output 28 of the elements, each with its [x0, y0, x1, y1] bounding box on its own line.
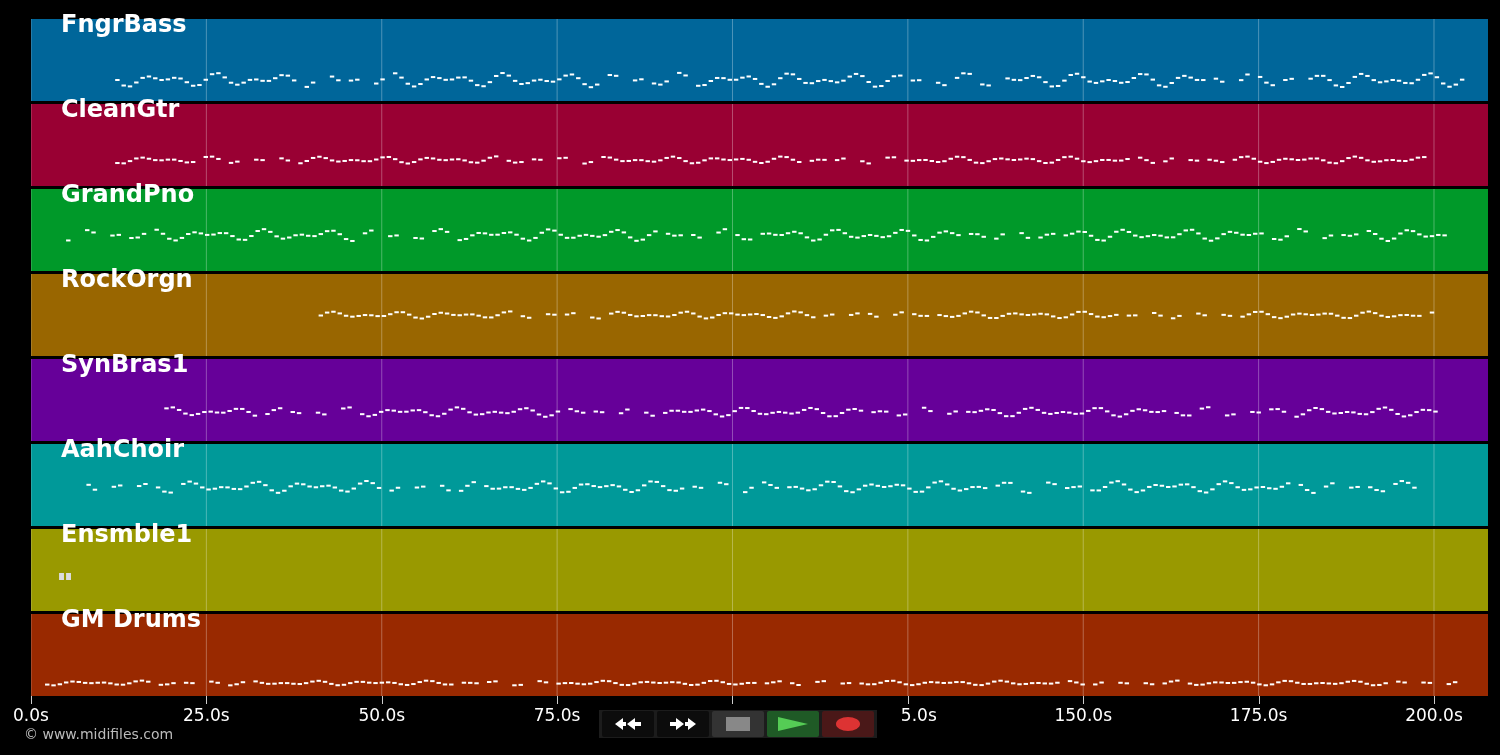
play-button[interactable] — [767, 711, 819, 737]
track-name: RockOrgn — [61, 265, 193, 293]
rewind-icon — [614, 717, 642, 731]
axis-label: 75.0s — [533, 705, 581, 725]
fast-forward-icon — [669, 717, 697, 731]
record-icon — [836, 717, 860, 731]
axis-label: 150.0s — [1054, 705, 1112, 725]
axis-label: 175.0s — [1229, 705, 1288, 725]
axis-label: 5.0s — [900, 705, 937, 725]
track-name: SynBras1 — [61, 350, 189, 378]
copyright-text: © www.midifiles.com — [24, 726, 174, 742]
track-name: GrandPno — [61, 180, 195, 208]
track-name: Ensmble1 — [61, 520, 193, 548]
axis-label: 50.0s — [358, 705, 406, 725]
axis-label: 25.0s — [183, 705, 230, 725]
play-icon — [778, 717, 808, 731]
axis-label: 200.0s — [1405, 705, 1463, 725]
record-button[interactable] — [822, 711, 874, 737]
track-name: AahChoir — [61, 435, 185, 463]
stop-button[interactable] — [712, 711, 764, 737]
track-name: FngrBass — [61, 10, 187, 38]
track-name: CleanGtr — [61, 95, 180, 123]
stop-icon — [726, 717, 750, 731]
notes-drawing — [59, 573, 71, 580]
axis-label: 0.0s — [13, 705, 49, 725]
rewind-button[interactable] — [602, 711, 654, 737]
track-name: GM Drums — [61, 605, 202, 633]
fast-forward-button[interactable] — [657, 711, 709, 737]
